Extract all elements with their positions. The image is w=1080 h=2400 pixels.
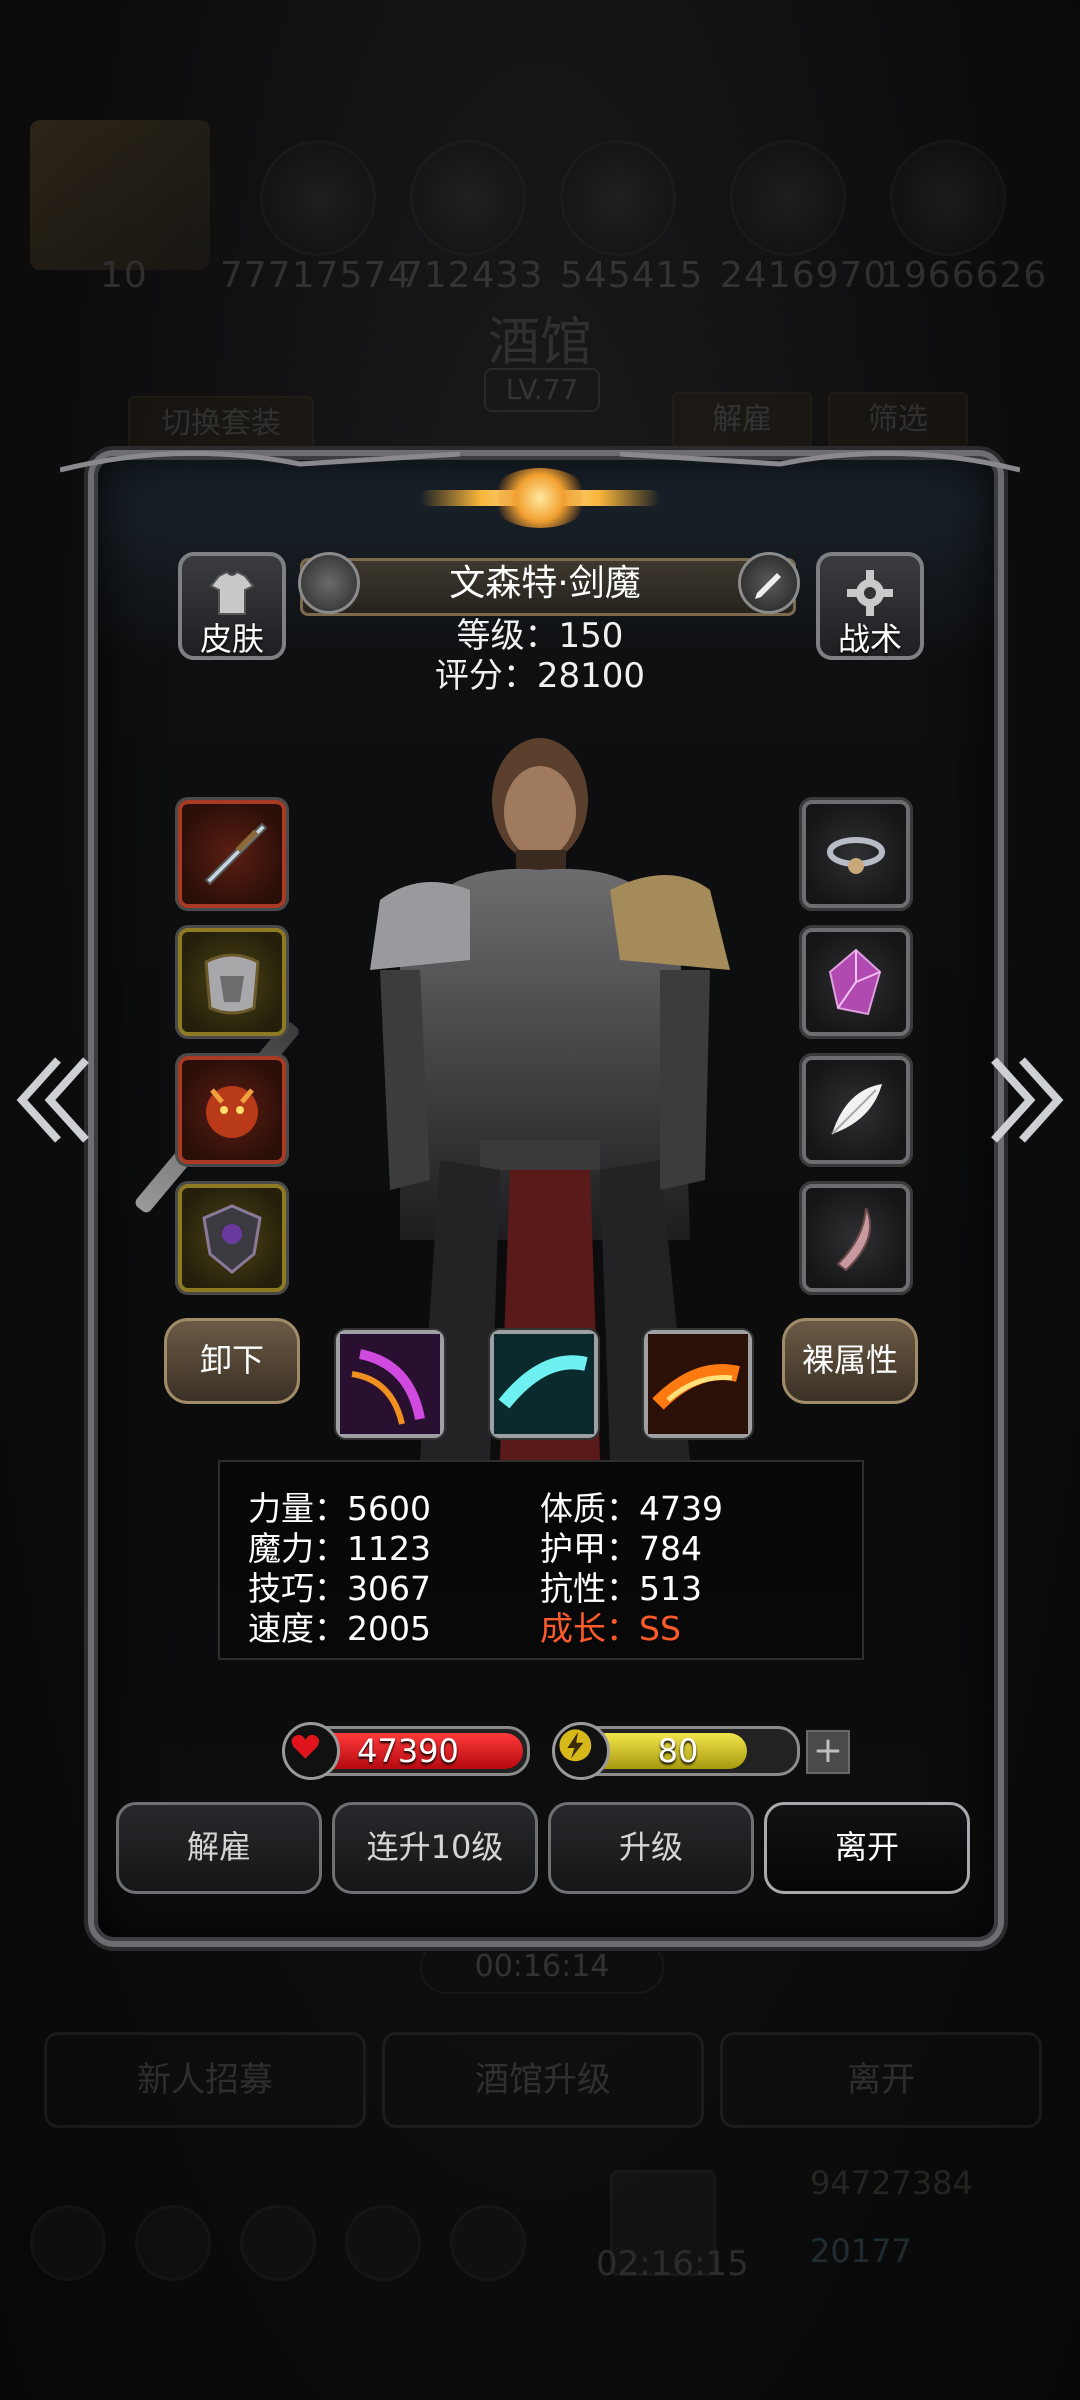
- claw-slot[interactable]: [802, 1184, 910, 1292]
- heart-icon: [282, 1722, 340, 1780]
- bg-leave-button: 离开: [720, 2032, 1042, 2128]
- dark-shield-icon: [202, 1204, 262, 1274]
- gem-amount: 20177: [810, 2232, 912, 2270]
- ring-slot[interactable]: [802, 800, 910, 908]
- dismiss-button[interactable]: 解雇: [116, 1802, 322, 1894]
- ring-icon: [827, 837, 885, 874]
- add-energy-button[interactable]: +: [806, 1730, 850, 1774]
- feather-slot[interactable]: [802, 1056, 910, 1164]
- claw-icon: [836, 1207, 871, 1272]
- base-attributes-button[interactable]: 裸属性: [782, 1318, 918, 1404]
- purple-slash-icon: [340, 1334, 440, 1434]
- crest-emblem-icon: [490, 468, 590, 528]
- skill-slot-1[interactable]: [336, 1330, 444, 1438]
- tavern-title: 酒馆: [487, 313, 592, 373]
- weapon-slot[interactable]: [178, 800, 286, 908]
- fire-slash-icon: [648, 1334, 748, 1434]
- bg-resource-icon: [410, 140, 526, 256]
- unequip-button[interactable]: 卸下: [164, 1318, 300, 1404]
- tavern-upgrade-button: 酒馆升级: [382, 2032, 704, 2128]
- stat-growth: 成长：SS: [540, 1609, 681, 1648]
- chest-timer: 02:16:15: [596, 2244, 749, 2284]
- cyan-slash-icon: [494, 1334, 594, 1434]
- hero-name: 文森特·剑魔: [449, 563, 641, 604]
- armor-slot[interactable]: [178, 928, 286, 1036]
- level-up-10-button[interactable]: 连升10级: [332, 1802, 538, 1894]
- sword-icon: [204, 822, 268, 886]
- gold-amount: 94727384: [810, 2164, 973, 2202]
- bg-bottom-icons: [30, 2205, 530, 2285]
- skill-slot-3[interactable]: [644, 1330, 752, 1438]
- crystal-slot[interactable]: [802, 928, 910, 1036]
- player-avatar: [30, 120, 210, 270]
- bg-timer: 00:16:14: [420, 1940, 664, 1994]
- tavern-level-badge: LV.77: [484, 368, 600, 412]
- hero-score: 评分：28100: [434, 656, 646, 696]
- next-hero-arrow-icon[interactable]: [986, 1050, 1066, 1150]
- leave-button[interactable]: 离开: [764, 1802, 970, 1894]
- recruit-button: 新人招募: [44, 2032, 366, 2128]
- bg-resource-icon: [890, 140, 1006, 256]
- upgrade-button[interactable]: 升级: [548, 1802, 754, 1894]
- accessory-slot[interactable]: [178, 1056, 286, 1164]
- stat-speed: 速度：2005: [248, 1609, 431, 1648]
- previous-hero-arrow-icon[interactable]: [14, 1050, 94, 1150]
- lightning-icon: [552, 1722, 610, 1780]
- demon-orb-icon: [206, 1086, 258, 1138]
- shield-slot[interactable]: [178, 1184, 286, 1292]
- bg-resource-icon: [560, 140, 676, 256]
- skill-slot-2[interactable]: [490, 1330, 598, 1438]
- feather-icon: [831, 1084, 882, 1135]
- armor-icon: [204, 953, 260, 1015]
- bg-resource-icon: [260, 140, 376, 256]
- bg-resource-icon: [730, 140, 846, 256]
- crystal-icon: [828, 948, 882, 1016]
